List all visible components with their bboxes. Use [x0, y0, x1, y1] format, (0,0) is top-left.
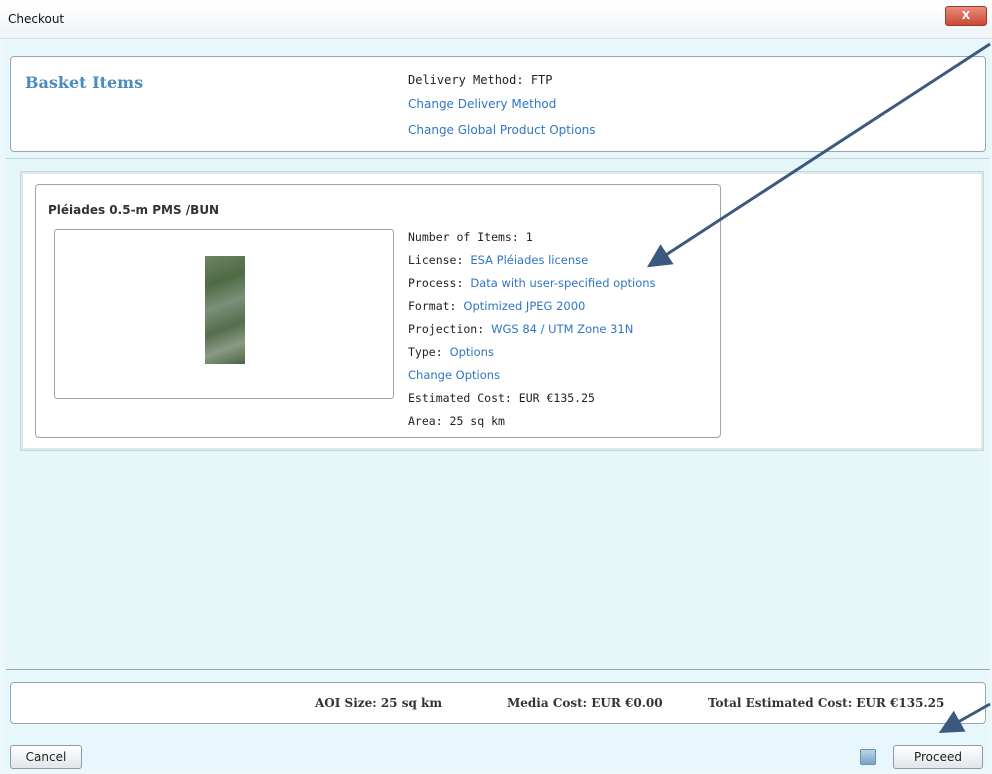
type-row: Type: Options: [408, 344, 656, 367]
basket-title: Basket Items: [25, 73, 144, 92]
change-global-options-link[interactable]: Change Global Product Options: [408, 123, 596, 137]
item-title: Pléiades 0.5-m PMS /BUN: [48, 203, 220, 217]
number-of-items: Number of Items: 1: [408, 230, 533, 244]
area-value: Area: 25 sq km: [408, 414, 505, 428]
type-label: Type:: [408, 345, 443, 359]
item-details: Number of Items: 1 License: ESA Pléiades…: [408, 229, 656, 436]
delivery-method-text: Delivery Method: FTP: [408, 73, 553, 87]
close-button[interactable]: X: [945, 6, 987, 26]
window-title: Checkout: [8, 12, 65, 26]
thumbnail-frame: [54, 229, 394, 399]
license-link[interactable]: ESA Pléiades license: [470, 253, 588, 267]
proceed-button[interactable]: Proceed: [893, 745, 983, 769]
process-row: Process: Data with user-specified option…: [408, 275, 656, 298]
license-row: License: ESA Pléiades license: [408, 252, 656, 275]
estimated-cost: Estimated Cost: EUR €135.25: [408, 391, 595, 405]
change-options-link[interactable]: Change Options: [408, 368, 500, 382]
basket-item-card: Pléiades 0.5-m PMS /BUN Number of Items:…: [35, 184, 721, 438]
format-link[interactable]: Optimized JPEG 2000: [463, 299, 585, 313]
format-label: Format:: [408, 299, 457, 313]
aoi-size: AOI Size: 25 sq km: [315, 696, 443, 710]
type-link[interactable]: Options: [450, 345, 494, 359]
cost-summary-bar: AOI Size: 25 sq km Media Cost: EUR €0.00…: [10, 682, 986, 724]
change-options-row: Change Options: [408, 367, 656, 390]
items-list-panel: Pléiades 0.5-m PMS /BUN Number of Items:…: [20, 171, 984, 451]
change-delivery-method-link[interactable]: Change Delivery Method: [408, 97, 556, 111]
process-link[interactable]: Data with user-specified options: [470, 276, 655, 290]
basket-items-area: Pléiades 0.5-m PMS /BUN Number of Items:…: [6, 158, 990, 670]
format-row: Format: Optimized JPEG 2000: [408, 298, 656, 321]
cancel-button[interactable]: Cancel: [10, 745, 82, 769]
process-label: Process:: [408, 276, 464, 290]
save-icon[interactable]: [860, 749, 876, 765]
projection-row: Projection: WGS 84 / UTM Zone 31N: [408, 321, 656, 344]
total-estimated-cost: Total Estimated Cost: EUR €135.25: [708, 696, 945, 710]
title-bar: Checkout X: [0, 0, 992, 39]
projection-link[interactable]: WGS 84 / UTM Zone 31N: [491, 322, 633, 336]
media-cost: Media Cost: EUR €0.00: [507, 696, 663, 710]
satellite-thumbnail-image: [205, 256, 245, 364]
basket-header-panel: Basket Items Delivery Method: FTP Change…: [10, 56, 986, 152]
projection-label: Projection:: [408, 322, 485, 336]
license-label: License:: [408, 253, 464, 267]
